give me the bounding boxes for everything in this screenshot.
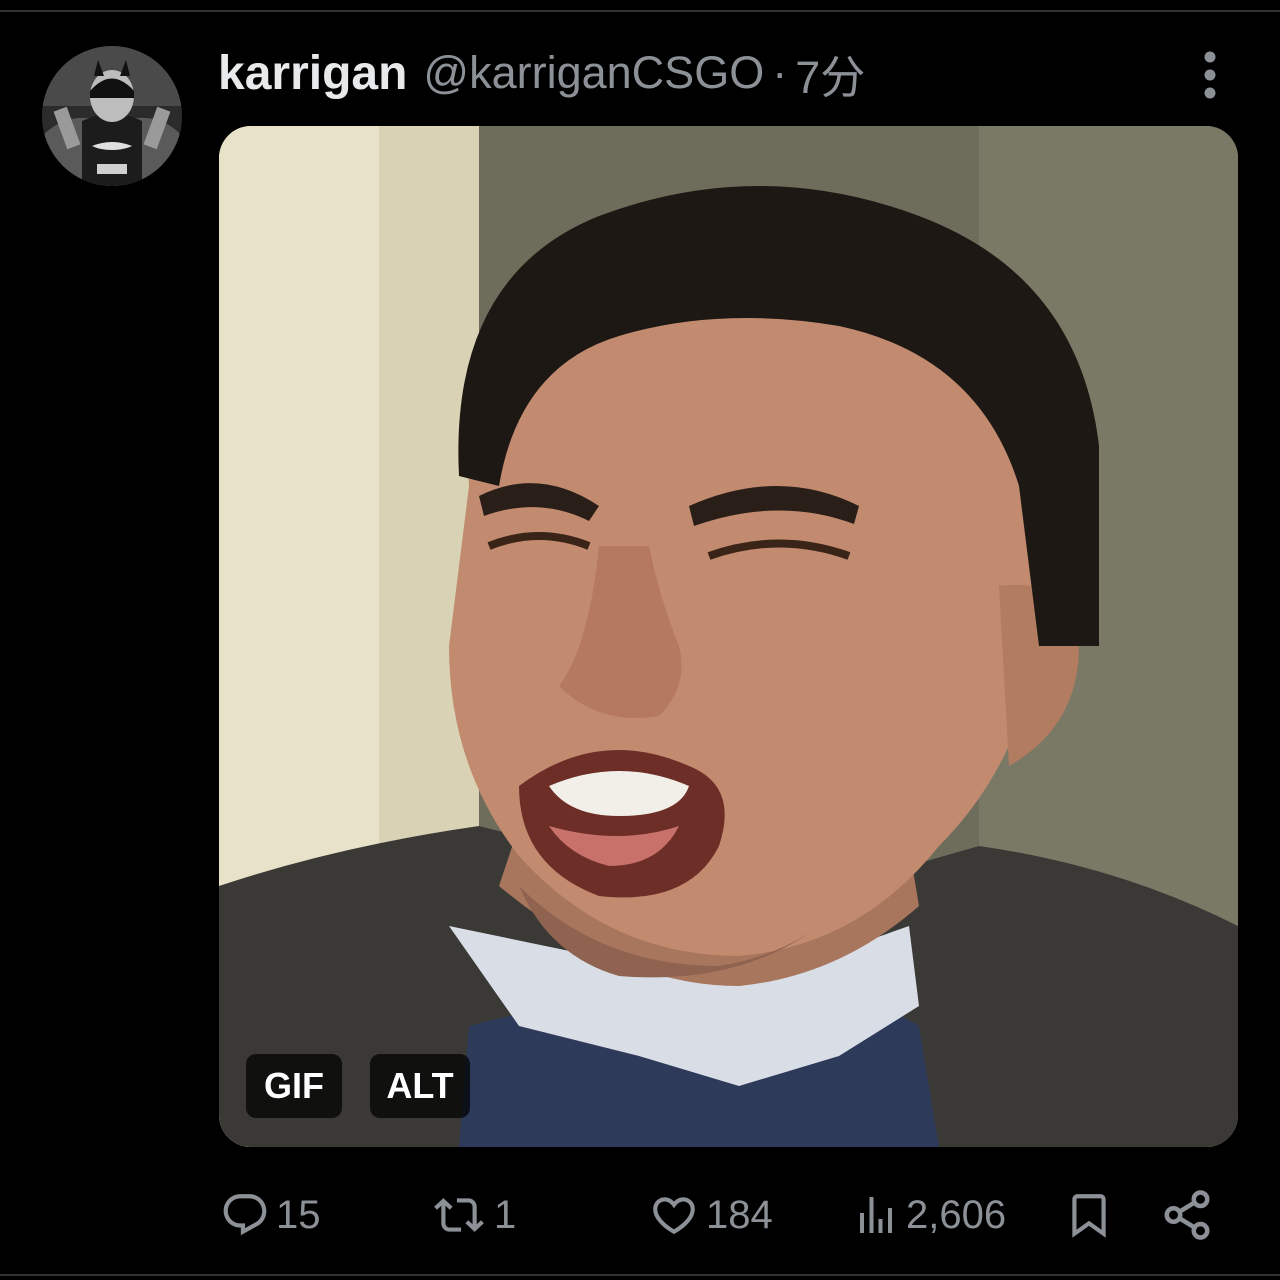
heart-icon [648,1190,700,1240]
share-icon [1160,1188,1214,1242]
views-button[interactable]: 2,606 [852,1180,1006,1250]
retweet-count: 1 [494,1192,517,1237]
more-vertical-icon[interactable] [1186,48,1234,102]
bottom-divider [0,1274,1280,1276]
bookmark-icon [1064,1188,1114,1242]
bookmark-button[interactable] [1064,1180,1114,1250]
tweet-header: karrigan @karriganCSGO · 7分 [218,38,865,108]
author-name[interactable]: karrigan [218,46,407,101]
avatar[interactable] [42,46,182,186]
tweet-actions: 15 1 184 2,606 [0,1180,1280,1250]
views-count: 2,606 [906,1192,1007,1237]
reply-icon [220,1190,270,1240]
share-button[interactable] [1160,1180,1214,1250]
retweet-button[interactable]: 1 [430,1180,516,1250]
like-button[interactable]: 184 [648,1180,773,1250]
alt-text-button[interactable]: ALT [370,1054,470,1118]
like-count: 184 [706,1192,773,1237]
tweet-media-gif[interactable] [219,126,1238,1147]
separator-dot: · [772,47,788,98]
reply-button[interactable]: 15 [220,1180,321,1250]
top-divider [0,10,1280,12]
timestamp[interactable]: 7分 [795,41,865,106]
retweet-icon [430,1190,488,1240]
author-handle[interactable]: @karriganCSGO [423,47,764,99]
views-icon [852,1190,900,1240]
gif-badge: GIF [246,1054,342,1118]
reply-count: 15 [276,1192,321,1237]
